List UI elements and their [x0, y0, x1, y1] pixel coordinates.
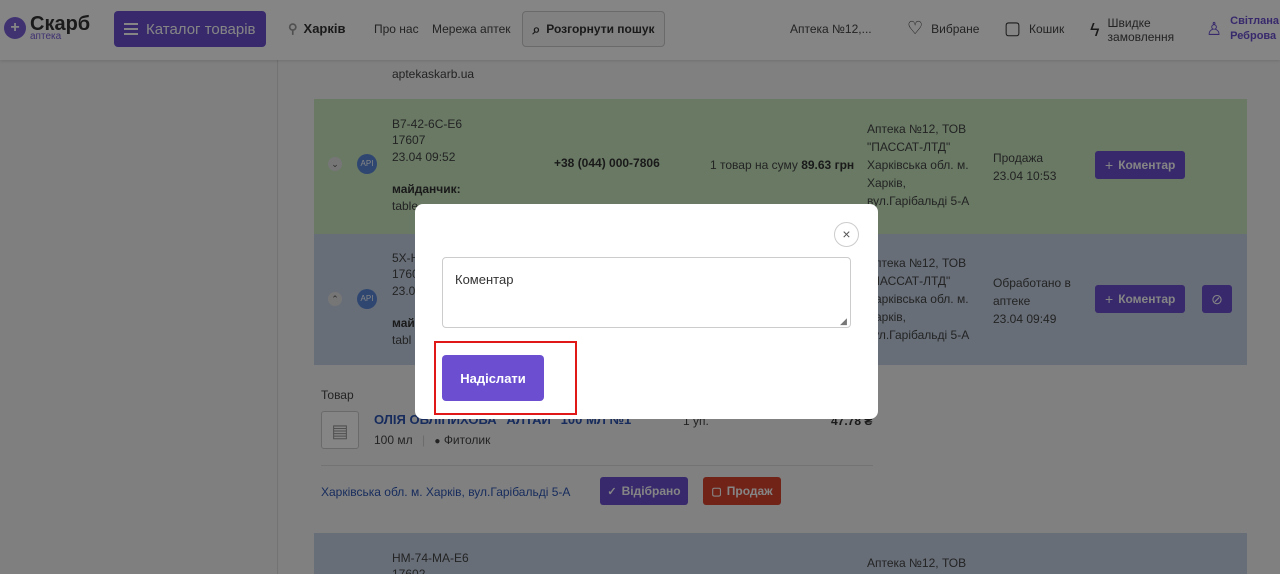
comment-textarea[interactable]: Коментар: [442, 257, 851, 328]
comment-modal: × Коментар ◢ Надіслати: [415, 204, 878, 419]
close-icon[interactable]: ×: [834, 222, 859, 247]
resize-handle-icon[interactable]: ◢: [840, 316, 847, 327]
submit-button[interactable]: Надіслати: [442, 355, 544, 401]
